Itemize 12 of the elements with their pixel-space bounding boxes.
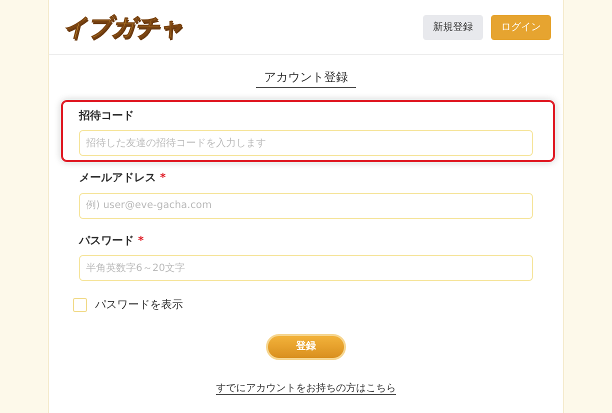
page-title: アカウント登録 bbox=[256, 70, 356, 88]
register-button[interactable]: 新規登録 bbox=[423, 14, 483, 40]
field-label: パスワード * bbox=[79, 232, 145, 248]
logo[interactable]: イブガチャ bbox=[63, 9, 183, 45]
checkbox-label: パスワードを表示 bbox=[95, 297, 183, 313]
input-field[interactable]: 半角英数字6～20文字 bbox=[79, 255, 533, 281]
field-label: 招待コード bbox=[79, 108, 135, 124]
login-link[interactable]: すでにアカウントをお持ちの方はこちら bbox=[216, 382, 396, 394]
input-field[interactable]: 招待した友達の招待コードを入力します bbox=[79, 130, 533, 156]
field-label: メールアドレス * bbox=[79, 170, 167, 186]
checkbox[interactable] bbox=[73, 298, 87, 312]
input-field[interactable]: 例) user@eve-gacha.com bbox=[79, 192, 533, 218]
